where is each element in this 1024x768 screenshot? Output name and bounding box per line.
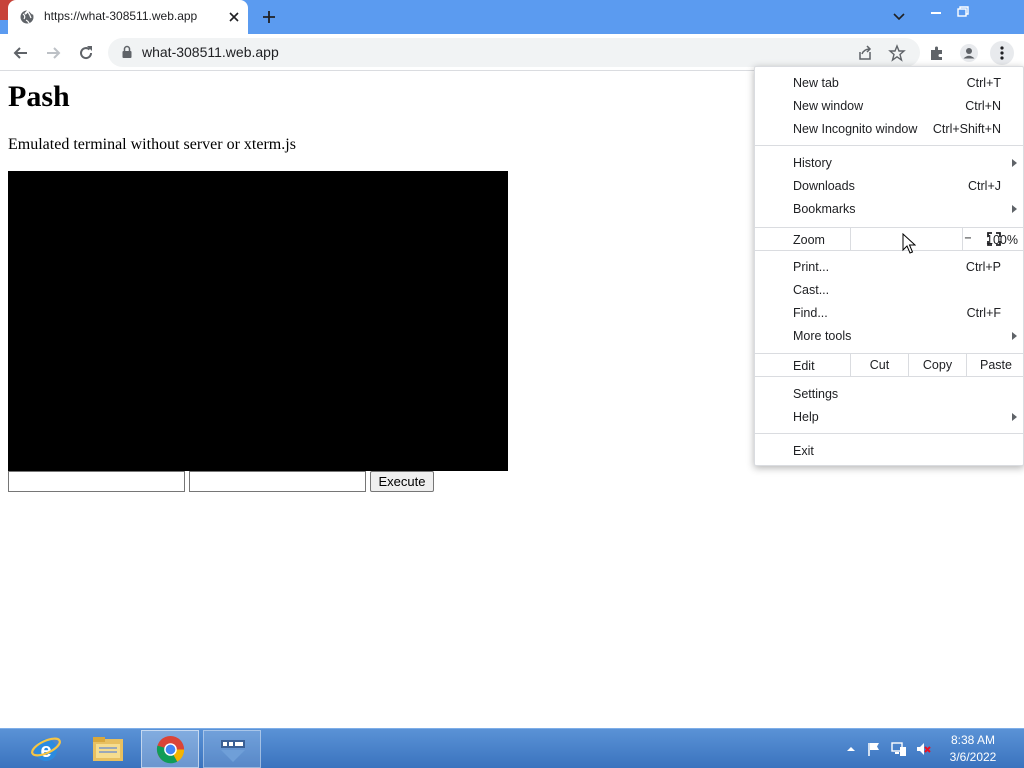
menu-item-downloads[interactable]: Downloads Ctrl+J xyxy=(755,175,1024,198)
shortcut-label: Ctrl+N xyxy=(965,99,1001,113)
share-icon[interactable] xyxy=(856,44,874,62)
submenu-arrow-icon xyxy=(1012,413,1017,421)
menu-item-history[interactable]: History xyxy=(755,152,1024,175)
taskbar-app[interactable] xyxy=(203,730,261,768)
chrome-menu-button[interactable] xyxy=(990,41,1014,65)
menu-item-print[interactable]: Print... Ctrl+P xyxy=(755,256,1024,279)
browser-tab[interactable]: https://what-308511.web.app xyxy=(8,0,248,34)
taskbar-file-explorer[interactable] xyxy=(79,730,137,768)
edit-label: Edit xyxy=(793,359,815,373)
profile-avatar-icon[interactable] xyxy=(959,43,979,63)
close-icon xyxy=(24,5,34,15)
reload-icon[interactable] xyxy=(76,43,96,63)
tab-title: https://what-308511.web.app xyxy=(44,9,198,23)
close-tab-icon[interactable] xyxy=(226,9,242,25)
internet-explorer-icon: e xyxy=(31,737,61,762)
menu-separator xyxy=(755,145,1024,146)
new-tab-icon[interactable] xyxy=(261,9,277,25)
menu-item-exit[interactable]: Exit xyxy=(755,440,1024,463)
shortcut-label: Ctrl+Shift+N xyxy=(932,122,1001,136)
bookmark-star-icon[interactable] xyxy=(888,44,906,62)
menu-item-more-tools[interactable]: More tools xyxy=(755,325,1024,348)
submenu-arrow-icon xyxy=(1012,332,1017,340)
extensions-puzzle-icon[interactable] xyxy=(927,43,947,63)
menu-item-find[interactable]: Find... Ctrl+F xyxy=(755,302,1024,325)
shortcut-label: Ctrl+P xyxy=(965,260,1001,274)
fullscreen-button[interactable] xyxy=(962,228,1024,250)
submenu-arrow-icon xyxy=(1012,159,1017,167)
minimize-icon[interactable] xyxy=(926,4,946,20)
command-input-2[interactable] xyxy=(189,471,366,492)
volume-muted-icon[interactable] xyxy=(915,741,931,757)
menu-item-help[interactable]: Help xyxy=(755,406,1024,429)
shortcut-label: Ctrl+F xyxy=(966,306,1001,320)
menu-edit-row: Edit Cut Copy Paste xyxy=(755,353,1024,377)
terminal-screen[interactable] xyxy=(8,171,508,471)
shortcut-label: Ctrl+T xyxy=(966,76,1001,90)
paste-button[interactable]: Paste xyxy=(966,354,1024,376)
chrome-main-menu: New tab Ctrl+T New window Ctrl+N New Inc… xyxy=(754,66,1024,466)
back-arrow-icon[interactable] xyxy=(11,43,31,63)
forward-arrow-icon[interactable] xyxy=(43,43,63,63)
menu-item-new-incognito[interactable]: New Incognito window Ctrl+Shift+N xyxy=(755,118,1024,141)
network-icon[interactable] xyxy=(891,741,907,757)
clock-date[interactable]: 3/6/2022 xyxy=(947,750,999,764)
shortcut-label: Ctrl+J xyxy=(968,179,1001,193)
lock-icon[interactable] xyxy=(120,45,134,59)
menu-item-new-tab[interactable]: New tab Ctrl+T xyxy=(755,72,1024,95)
zoom-label: Zoom xyxy=(793,233,825,247)
app-window-icon xyxy=(221,740,245,762)
cut-button[interactable]: Cut xyxy=(850,354,908,376)
address-bar[interactable]: what-308511.web.app xyxy=(108,38,920,67)
menu-item-bookmarks[interactable]: Bookmarks xyxy=(755,198,1024,221)
menu-item-new-window[interactable]: New window Ctrl+N xyxy=(755,95,1024,118)
kebab-menu-icon xyxy=(1000,46,1004,60)
taskbar-internet-explorer[interactable]: e xyxy=(17,730,75,768)
fullscreen-icon xyxy=(987,232,1001,246)
mouse-pointer-icon xyxy=(902,233,916,254)
browser-titlebar: https://what-308511.web.app xyxy=(0,0,1024,34)
clock-time[interactable]: 8:38 AM xyxy=(947,733,999,747)
action-center-flag-icon[interactable] xyxy=(866,741,882,757)
page-subtitle: Emulated terminal without server or xter… xyxy=(8,136,296,153)
show-hidden-icons-icon[interactable] xyxy=(843,741,859,757)
url-text[interactable]: what-308511.web.app xyxy=(142,44,279,60)
menu-zoom-row: Zoom − 100% + xyxy=(755,227,1024,251)
copy-button[interactable]: Copy xyxy=(908,354,966,376)
restore-icon[interactable] xyxy=(952,4,972,20)
menu-item-cast[interactable]: Cast... xyxy=(755,279,1024,302)
taskbar-chrome[interactable] xyxy=(141,730,199,768)
menu-item-settings[interactable]: Settings xyxy=(755,383,1024,406)
file-explorer-icon xyxy=(93,737,123,761)
command-input-1[interactable] xyxy=(8,471,185,492)
chevron-down-icon[interactable] xyxy=(889,9,909,25)
chrome-icon xyxy=(156,735,185,764)
page-title: Pash xyxy=(8,80,70,113)
submenu-arrow-icon xyxy=(1012,205,1017,213)
menu-separator xyxy=(755,433,1024,434)
windows-taskbar: e 8:38 AM 3/6/2022 xyxy=(0,728,1024,768)
execute-button[interactable]: Execute xyxy=(370,471,434,492)
